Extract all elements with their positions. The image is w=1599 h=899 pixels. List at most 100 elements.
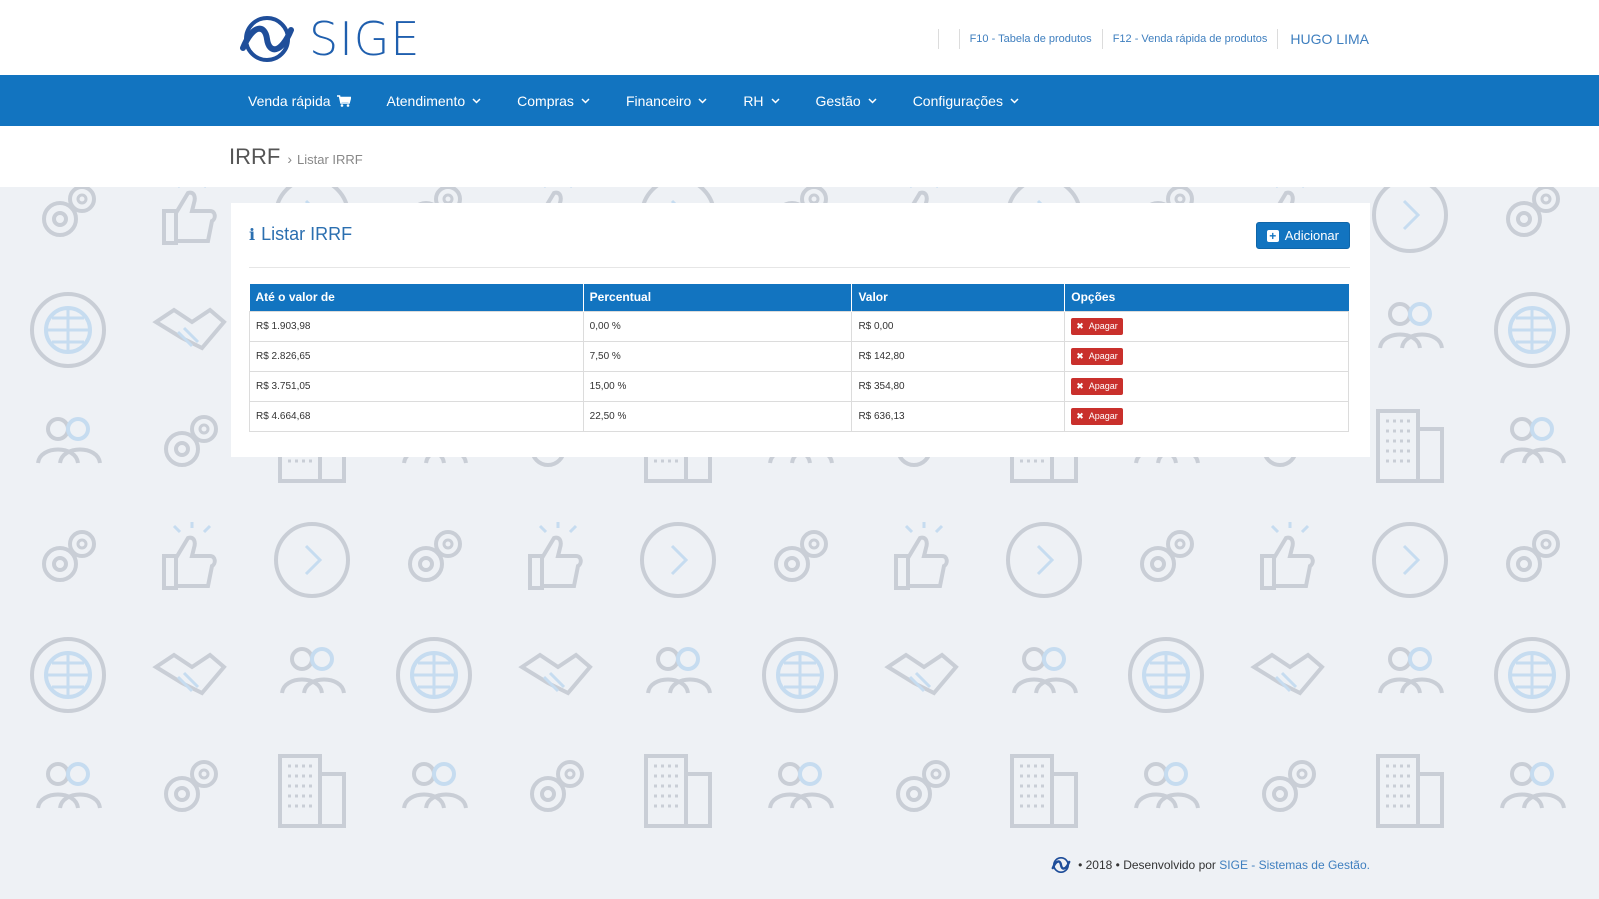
breadcrumb: IRRF › Listar IRRF	[229, 144, 363, 170]
breadcrumb-separator-icon: ›	[287, 151, 292, 167]
gear-pattern-icon	[774, 530, 828, 582]
chevron-down-icon	[472, 97, 481, 104]
table-row[interactable]: R$ 1.903,98 0,00 % R$ 0,00 ✖ Apagar	[249, 310, 1349, 342]
nav-item-atendimento[interactable]: Atendimento	[369, 75, 500, 126]
nav-item-rh[interactable]: RH	[725, 75, 797, 126]
panel-header: i Listar IRRF + Adicionar	[249, 222, 1350, 268]
nav-item-label: Gestão	[815, 92, 861, 109]
delete-button[interactable]: ✖ Apagar	[1071, 407, 1123, 425]
sige-logo[interactable]: SIGE	[229, 14, 420, 64]
thumb-pattern-icon	[1260, 522, 1315, 590]
hands-pattern-icon	[884, 652, 959, 696]
globe-pattern-icon	[30, 292, 106, 368]
chevron-down-icon	[1010, 97, 1019, 104]
chevron-down-icon	[698, 97, 707, 104]
people-pattern-icon	[1134, 762, 1200, 809]
cell-options: ✖ Apagar	[1064, 340, 1349, 372]
people-pattern-icon	[1378, 302, 1444, 349]
column-header: Opções	[1064, 284, 1349, 311]
table-header-row: Até o valor de Percentual Valor Opções	[249, 284, 1349, 311]
column-header[interactable]: Percentual	[583, 284, 853, 311]
divider	[958, 29, 960, 49]
nav-item-label: Financeiro	[625, 92, 692, 109]
delete-button-label: Apagar	[1088, 411, 1118, 421]
nav-item-label: Compras	[517, 92, 574, 109]
people-pattern-icon	[36, 762, 102, 809]
cart-icon	[336, 94, 351, 107]
building-pattern-icon	[1376, 754, 1444, 828]
table-row[interactable]: R$ 2.826,65 7,50 % R$ 142,80 ✖ Apagar	[249, 340, 1349, 372]
nav-item-label: Configurações	[912, 92, 1003, 109]
top-links: F10 - Tabela de produtos F12 - Venda ráp…	[928, 28, 1369, 50]
table-row[interactable]: R$ 4.664,68 22,50 % R$ 636,13 ✖ Apagar	[249, 400, 1349, 432]
page-title[interactable]: IRRF	[229, 144, 280, 170]
people-pattern-icon	[402, 762, 468, 809]
footer-sige-link[interactable]: SIGE - Sistemas de Gestão.	[1219, 858, 1370, 872]
nav-item-financeiro[interactable]: Financeiro	[608, 75, 725, 126]
irrf-table: Até o valor de Percentual Valor Opções R…	[249, 284, 1349, 432]
people-pattern-icon	[36, 417, 102, 464]
cell-percentual: 0,00 %	[582, 310, 853, 342]
delete-button-label: Apagar	[1088, 321, 1118, 331]
gear-pattern-icon	[42, 530, 96, 582]
circle-pattern-icon	[274, 522, 350, 598]
table-row[interactable]: R$ 3.751,05 15,00 % R$ 354,80 ✖ Apagar	[249, 370, 1349, 402]
info-icon: i	[249, 225, 256, 244]
cell-options: ✖ Apagar	[1064, 310, 1349, 342]
gear-pattern-icon	[1262, 760, 1316, 812]
people-pattern-icon	[768, 762, 834, 809]
circle-pattern-icon	[1006, 522, 1082, 598]
column-header[interactable]: Até o valor de	[249, 284, 584, 311]
people-pattern-icon	[646, 647, 712, 694]
gear-pattern-icon	[164, 415, 218, 467]
nav-item-configuracoes[interactable]: Configurações	[895, 75, 1037, 126]
circle-pattern-icon	[1372, 187, 1448, 253]
people-pattern-icon	[1500, 417, 1566, 464]
chevron-down-icon	[581, 97, 590, 104]
thumb-pattern-icon	[162, 187, 217, 245]
delete-button[interactable]: ✖ Apagar	[1071, 377, 1123, 395]
globe-pattern-icon	[762, 637, 838, 713]
chevron-down-icon	[771, 97, 780, 104]
panel-title-text: Listar IRRF	[261, 224, 353, 244]
f10-products-table-link[interactable]: F10 - Tabela de produtos	[970, 33, 1092, 45]
cell-options: ✖ Apagar	[1064, 370, 1349, 402]
people-pattern-icon	[1500, 762, 1566, 809]
cell-valor: R$ 354,80	[851, 370, 1066, 402]
nav-item-label: RH	[743, 92, 764, 109]
footer: • 2018 • Desenvolvido por SIGE - Sistema…	[1048, 857, 1370, 873]
sige-logo-icon	[240, 16, 294, 62]
cell-ate-valor: R$ 1.903,98	[249, 310, 584, 342]
chevron-down-icon	[868, 97, 877, 104]
close-icon: ✖	[1076, 350, 1084, 361]
close-icon: ✖	[1076, 320, 1084, 331]
circle-pattern-icon	[640, 522, 716, 598]
circle-pattern-icon	[1372, 522, 1448, 598]
hands-pattern-icon	[152, 307, 227, 351]
delete-button[interactable]: ✖ Apagar	[1071, 347, 1123, 365]
thumb-pattern-icon	[894, 522, 949, 590]
main-navbar: Venda rápida Atendimento Compras Finance…	[0, 75, 1599, 126]
footer-text: • 2018 • Desenvolvido por	[1078, 858, 1216, 872]
thumb-pattern-icon	[162, 522, 217, 590]
nav-item-venda-rapida[interactable]: Venda rápida	[230, 75, 369, 126]
building-pattern-icon	[644, 754, 712, 828]
plus-square-icon: +	[1266, 229, 1279, 242]
column-header[interactable]: Valor	[851, 284, 1066, 311]
people-pattern-icon	[1378, 647, 1444, 694]
logo-text: SIGE	[309, 12, 421, 66]
gear-pattern-icon	[530, 760, 584, 812]
cell-percentual: 15,00 %	[582, 370, 853, 402]
gear-pattern-icon	[1506, 187, 1560, 237]
user-menu[interactable]: HUGO LIMA	[1290, 31, 1369, 47]
cell-ate-valor: R$ 2.826,65	[249, 340, 584, 372]
nav-item-gestao[interactable]: Gestão	[798, 75, 895, 126]
top-header: SIGE F10 - Tabela de produtos F12 - Vend…	[0, 0, 1599, 75]
globe-pattern-icon	[396, 637, 472, 713]
delete-button[interactable]: ✖ Apagar	[1071, 317, 1123, 335]
nav-item-compras[interactable]: Compras	[499, 75, 608, 126]
divider	[1277, 29, 1279, 49]
delete-button-label: Apagar	[1088, 381, 1118, 391]
f12-quick-sale-link[interactable]: F12 - Venda rápida de produtos	[1113, 33, 1268, 45]
add-button[interactable]: + Adicionar	[1255, 222, 1350, 249]
